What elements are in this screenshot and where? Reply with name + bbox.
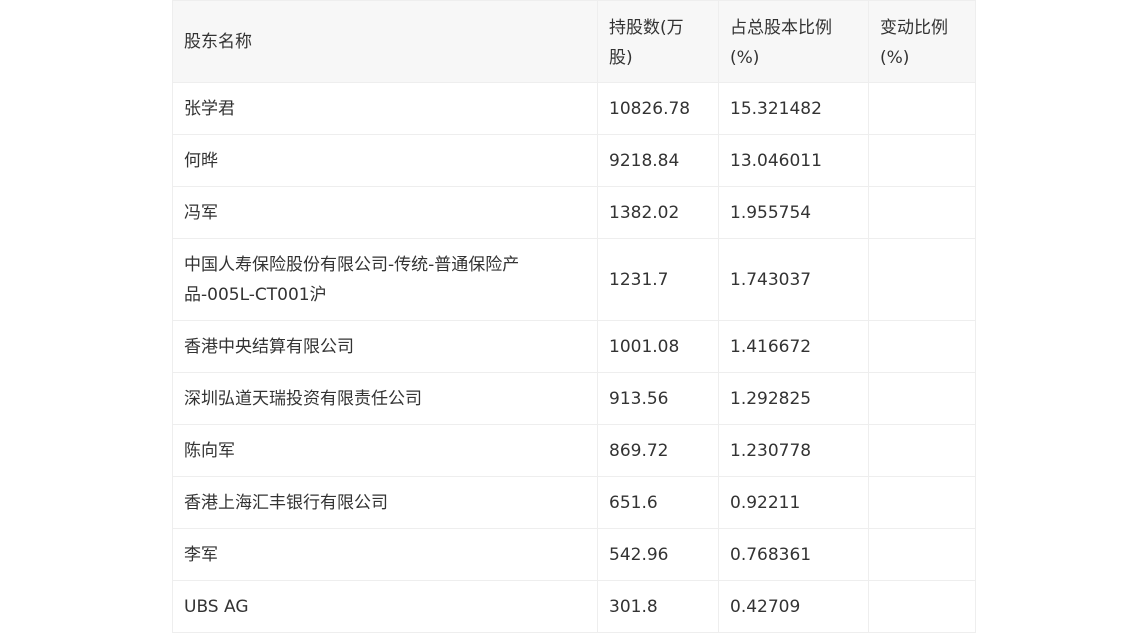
table-row: 陈向军 869.72 1.230778 bbox=[172, 424, 976, 477]
cell-shareholder-name: UBS AG bbox=[172, 580, 598, 633]
table-row: UBS AG 301.8 0.42709 bbox=[172, 580, 976, 633]
cell-ratio: 13.046011 bbox=[718, 134, 869, 187]
header-row: 股东名称 持股数(万股) 占总股本比例(%) 变动比例(%) bbox=[172, 0, 976, 83]
cell-ratio: 0.42709 bbox=[718, 580, 869, 633]
header-shareholder-name: 股东名称 bbox=[172, 0, 598, 83]
cell-ratio: 15.321482 bbox=[718, 82, 869, 135]
cell-ratio: 0.768361 bbox=[718, 528, 869, 581]
cell-shares: 869.72 bbox=[597, 424, 719, 477]
cell-ratio: 1.955754 bbox=[718, 186, 869, 239]
table-row: 何晔 9218.84 13.046011 bbox=[172, 134, 976, 187]
table-row: 中国人寿保险股份有限公司-传统-普通保险产品-005L-CT001沪 1231.… bbox=[172, 238, 976, 321]
cell-shareholder-name: 陈向军 bbox=[172, 424, 598, 477]
cell-shareholder-name: 何晔 bbox=[172, 134, 598, 187]
cell-shares: 1001.08 bbox=[597, 320, 719, 373]
cell-ratio: 1.743037 bbox=[718, 238, 869, 321]
cell-shareholder-name: 香港上海汇丰银行有限公司 bbox=[172, 476, 598, 529]
cell-shareholder-name: 张学君 bbox=[172, 82, 598, 135]
table-row: 香港上海汇丰银行有限公司 651.6 0.92211 bbox=[172, 476, 976, 529]
cell-shareholder-name: 李军 bbox=[172, 528, 598, 581]
header-change: 变动比例(%) bbox=[868, 0, 976, 83]
cell-ratio: 1.416672 bbox=[718, 320, 869, 373]
cell-shareholder-name: 深圳弘道天瑞投资有限责任公司 bbox=[172, 372, 598, 425]
cell-ratio: 0.92211 bbox=[718, 476, 869, 529]
cell-change bbox=[868, 528, 976, 581]
cell-ratio: 1.230778 bbox=[718, 424, 869, 477]
cell-shares: 651.6 bbox=[597, 476, 719, 529]
cell-shares: 1382.02 bbox=[597, 186, 719, 239]
cell-shares: 10826.78 bbox=[597, 82, 719, 135]
table-row: 深圳弘道天瑞投资有限责任公司 913.56 1.292825 bbox=[172, 372, 976, 425]
cell-shareholder-name: 香港中央结算有限公司 bbox=[172, 320, 598, 373]
header-shares: 持股数(万股) bbox=[597, 0, 719, 83]
table-row: 李军 542.96 0.768361 bbox=[172, 528, 976, 581]
cell-shareholder-name: 冯军 bbox=[172, 186, 598, 239]
cell-change bbox=[868, 82, 976, 135]
cell-change bbox=[868, 320, 976, 373]
table-header: 股东名称 持股数(万股) 占总股本比例(%) 变动比例(%) bbox=[172, 0, 976, 83]
table-row: 张学君 10826.78 15.321482 bbox=[172, 82, 976, 135]
table-row: 冯军 1382.02 1.955754 bbox=[172, 186, 976, 239]
table-body: 张学君 10826.78 15.321482 何晔 9218.84 13.046… bbox=[172, 82, 976, 633]
cell-change bbox=[868, 372, 976, 425]
cell-change bbox=[868, 424, 976, 477]
cell-change bbox=[868, 580, 976, 633]
cell-change bbox=[868, 134, 976, 187]
header-ratio: 占总股本比例(%) bbox=[718, 0, 869, 83]
shareholder-table-container: 股东名称 持股数(万股) 占总股本比例(%) 变动比例(%) 张学君 10826… bbox=[172, 0, 976, 633]
cell-ratio: 1.292825 bbox=[718, 372, 869, 425]
cell-shares: 1231.7 bbox=[597, 238, 719, 321]
cell-shares: 542.96 bbox=[597, 528, 719, 581]
cell-shareholder-name: 中国人寿保险股份有限公司-传统-普通保险产品-005L-CT001沪 bbox=[172, 238, 598, 321]
cell-change bbox=[868, 476, 976, 529]
cell-shares: 913.56 bbox=[597, 372, 719, 425]
cell-shares: 9218.84 bbox=[597, 134, 719, 187]
cell-change bbox=[868, 186, 976, 239]
cell-shares: 301.8 bbox=[597, 580, 719, 633]
cell-change bbox=[868, 238, 976, 321]
shareholder-table: 股东名称 持股数(万股) 占总股本比例(%) 变动比例(%) 张学君 10826… bbox=[172, 0, 976, 633]
table-row: 香港中央结算有限公司 1001.08 1.416672 bbox=[172, 320, 976, 373]
